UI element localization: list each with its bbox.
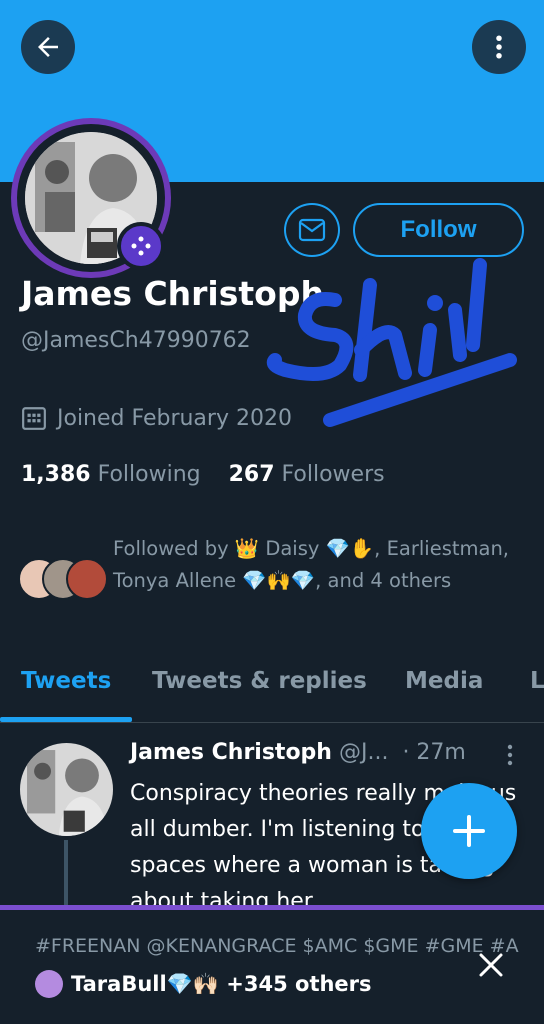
follow-button[interactable]: Follow [353,203,524,257]
tweet-author-handle: @J... [338,740,389,765]
follow-stats: 1,386 Following 267 Followers [21,462,385,487]
followers-label: Followers [281,462,385,487]
tweet-author-name[interactable]: James Christoph [130,740,332,765]
plus-icon [453,815,485,847]
tab-likes[interactable]: L [530,668,544,694]
message-button[interactable] [284,203,340,257]
following-count: 1,386 [21,462,91,487]
following-label: Following [97,462,201,487]
follower-avatar [66,558,108,600]
followers-count: 267 [228,462,275,487]
tab-tweets[interactable]: Tweets [21,668,111,694]
spaces-host: TaraBull💎🙌🏻 +345 others [35,970,372,998]
tweet-time: · 27m [402,740,466,765]
tweet-avatar[interactable] [20,743,113,836]
back-button[interactable] [21,20,75,74]
followed-by-text[interactable]: Followed by 👑 Daisy 💎✋, Earliestman, Ton… [113,533,533,597]
thread-line [64,840,68,910]
tweet-more-icon[interactable] [502,743,518,769]
more-vertical-icon [496,35,502,59]
followed-by-avatars[interactable] [18,558,108,602]
shill-annotation [266,258,517,427]
tab-tweets-replies[interactable]: Tweets & replies [152,668,367,694]
calendar-icon [22,407,46,430]
compose-tweet-button[interactable] [421,783,517,879]
spaces-badge[interactable] [117,222,165,270]
tab-media[interactable]: Media [405,668,483,694]
spaces-host-text: TaraBull💎🙌🏻 +345 others [71,971,372,996]
following-link[interactable]: 1,386 Following [21,462,201,487]
mail-icon [298,218,326,242]
joined-date: Joined February 2020 [21,405,292,431]
spaces-dock[interactable] [0,910,544,1024]
spaces-badge-icon [131,236,151,256]
profile-tabs: Tweets Tweets & replies Media L [0,660,544,723]
followers-link[interactable]: 267 Followers [229,462,385,487]
profile-handle: @JamesCh47990762 [21,328,251,353]
active-tab-indicator [0,717,132,722]
host-avatar [35,970,63,998]
tweet-header: James Christoph @J... · 27m [130,740,466,765]
joined-text: Joined February 2020 [57,405,292,431]
more-options-button[interactable] [472,20,526,74]
close-icon[interactable] [474,948,508,982]
spaces-title: #FREENAN @KENANGRACE $AMC $GME #GME #A [35,935,519,957]
arrow-left-icon [38,37,58,57]
